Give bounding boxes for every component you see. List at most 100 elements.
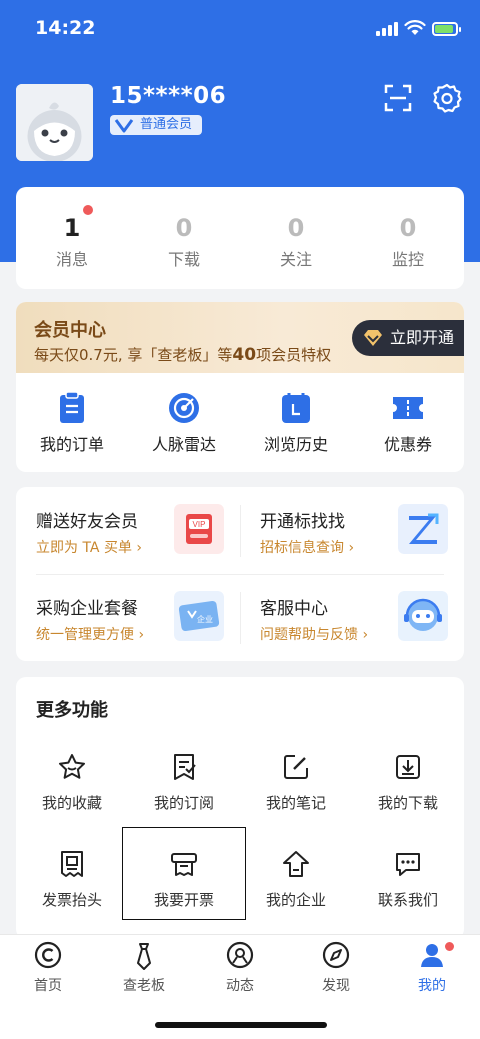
note-icon bbox=[284, 755, 308, 779]
service-subtitle: 统一管理更方便 › bbox=[36, 627, 145, 643]
wifi-icon bbox=[404, 20, 426, 35]
services-card: 赠送好友会员 立即为 TA 买单 › VIP 开通标找找 招标信息查询 › 采购… bbox=[16, 487, 464, 661]
order-item-history[interactable]: 浏览历史 bbox=[240, 373, 352, 472]
service-title: 客服中心 bbox=[260, 599, 328, 619]
subscribe-icon bbox=[174, 754, 196, 780]
tie-icon bbox=[137, 943, 151, 970]
radar-icon bbox=[169, 393, 199, 423]
stats-card: 1 消息 0 下载 0 关注 0 监控 bbox=[16, 187, 464, 289]
service-subtitle: 招标信息查询 › bbox=[260, 540, 355, 556]
home-indicator bbox=[155, 1022, 327, 1028]
member-level-badge[interactable]: 普通会员 bbox=[110, 115, 203, 135]
stat-label: 消息 bbox=[55, 250, 88, 269]
tab-discover[interactable]: 发现 bbox=[288, 941, 384, 995]
service-subtitle: 问题帮助与反馈 › bbox=[260, 627, 369, 643]
grid-item-downloads[interactable]: 我的下载 bbox=[352, 740, 464, 830]
tab-label: 首页 bbox=[34, 978, 62, 994]
order-label: 我的订单 bbox=[39, 435, 104, 454]
vip-open-label: 立即开通 bbox=[390, 328, 455, 347]
user-icon bbox=[421, 944, 443, 967]
vip-banner[interactable]: 会员中心 每天仅0.7元, 享「查老板」等40项会员特权 立即开通 bbox=[16, 302, 464, 373]
history-icon bbox=[282, 393, 310, 423]
selection-highlight bbox=[122, 827, 246, 920]
status-time: 14:22 bbox=[35, 17, 96, 39]
grid-item-invoice-header[interactable]: 发票抬头 bbox=[16, 837, 128, 927]
tab-label: 我的 bbox=[418, 978, 446, 994]
tab-home[interactable]: 首页 bbox=[0, 941, 96, 995]
grid-label: 联系我们 bbox=[377, 891, 438, 909]
vip-subtitle: 每天仅0.7元, 享「查老板」等40项会员特权 bbox=[34, 345, 332, 365]
grid-label: 我的订阅 bbox=[153, 794, 214, 812]
signal-icon bbox=[376, 22, 400, 36]
tab-label: 发现 bbox=[322, 978, 350, 994]
tab-label: 查老板 bbox=[123, 978, 165, 994]
order-label: 优惠券 bbox=[383, 435, 432, 454]
vip-title: 会员中心 bbox=[34, 320, 106, 341]
stat-count: 0 bbox=[175, 214, 193, 242]
username: 15****06 bbox=[110, 83, 227, 109]
service-title: 开通标找找 bbox=[260, 512, 345, 532]
order-label: 浏览历史 bbox=[263, 435, 328, 454]
star-icon bbox=[59, 754, 85, 779]
stat-label: 关注 bbox=[279, 250, 312, 269]
z-logo-icon bbox=[398, 504, 448, 554]
order-item-radar[interactable]: 人脉雷达 bbox=[128, 373, 240, 472]
vip-open-button[interactable]: 立即开通 bbox=[352, 320, 464, 356]
divider bbox=[240, 592, 241, 644]
invoice-header-icon bbox=[61, 851, 83, 877]
stat-label: 监控 bbox=[391, 250, 424, 269]
gear-icon[interactable] bbox=[432, 83, 462, 113]
member-level-label: 普通会员 bbox=[140, 117, 193, 132]
tab-dynamic[interactable]: 动态 bbox=[192, 941, 288, 995]
grid-item-contact-us[interactable]: 联系我们 bbox=[352, 837, 464, 927]
service-title: 赠送好友会员 bbox=[36, 512, 138, 532]
grid-label: 我的收藏 bbox=[41, 794, 102, 812]
grid-label: 我的企业 bbox=[265, 891, 326, 909]
svg-text:VIP: VIP bbox=[193, 520, 206, 529]
stat-messages[interactable]: 1 消息 bbox=[16, 187, 128, 289]
grid-label: 我的笔记 bbox=[265, 794, 326, 812]
battery-icon bbox=[432, 22, 461, 36]
grid-item-favorites[interactable]: 我的收藏 bbox=[16, 740, 128, 830]
grid-item-subscriptions[interactable]: 我的订阅 bbox=[128, 740, 240, 830]
grid-label: 我的下载 bbox=[377, 794, 438, 812]
clipboard-icon bbox=[60, 391, 84, 423]
status-bar: 14:22 bbox=[0, 0, 480, 58]
avatar[interactable] bbox=[16, 84, 93, 161]
vip-order-card: 会员中心 每天仅0.7元, 享「查老板」等40项会员特权 立即开通 我的订单 人… bbox=[16, 302, 464, 472]
order-item-coupons[interactable]: 优惠券 bbox=[352, 373, 464, 472]
stat-count: 0 bbox=[287, 214, 305, 242]
vip-v-icon bbox=[114, 119, 134, 133]
order-label: 人脉雷达 bbox=[151, 435, 216, 454]
download-icon bbox=[396, 755, 420, 779]
stat-count: 1 bbox=[63, 214, 81, 242]
chat-icon bbox=[396, 853, 420, 876]
order-item-orders[interactable]: 我的订单 bbox=[16, 373, 128, 472]
grid-item-notes[interactable]: 我的笔记 bbox=[240, 740, 352, 830]
stat-label: 下载 bbox=[167, 250, 200, 269]
section-title: 更多功能 bbox=[36, 700, 108, 721]
grid-item-my-company[interactable]: 我的企业 bbox=[240, 837, 352, 927]
stat-downloads[interactable]: 0 下载 bbox=[128, 187, 240, 289]
unread-dot bbox=[83, 205, 93, 215]
stat-monitors[interactable]: 0 监控 bbox=[352, 187, 464, 289]
dynamic-icon bbox=[226, 941, 254, 969]
home-c-icon bbox=[34, 941, 62, 969]
service-gift-vip[interactable]: 赠送好友会员 立即为 TA 买单 › VIP bbox=[16, 487, 240, 574]
stat-count: 0 bbox=[399, 214, 417, 242]
divider bbox=[36, 574, 444, 575]
divider bbox=[240, 505, 241, 557]
company-icon bbox=[283, 851, 309, 877]
robot-icon bbox=[398, 591, 448, 641]
enterprise-card-icon: 企业 bbox=[174, 591, 224, 641]
tab-label: 动态 bbox=[226, 978, 254, 994]
grid-label: 发票抬头 bbox=[41, 891, 102, 909]
service-support-center[interactable]: 客服中心 问题帮助与反馈 › bbox=[240, 574, 464, 661]
notification-dot bbox=[444, 941, 455, 952]
tab-boss[interactable]: 查老板 bbox=[96, 941, 192, 995]
tab-mine[interactable]: 我的 bbox=[384, 941, 480, 995]
scan-icon[interactable] bbox=[384, 84, 412, 112]
stat-follows[interactable]: 0 关注 bbox=[240, 187, 352, 289]
service-enterprise-plan[interactable]: 采购企业套餐 统一管理更方便 › 企业 bbox=[16, 574, 240, 661]
service-bid-finder[interactable]: 开通标找找 招标信息查询 › bbox=[240, 487, 464, 574]
